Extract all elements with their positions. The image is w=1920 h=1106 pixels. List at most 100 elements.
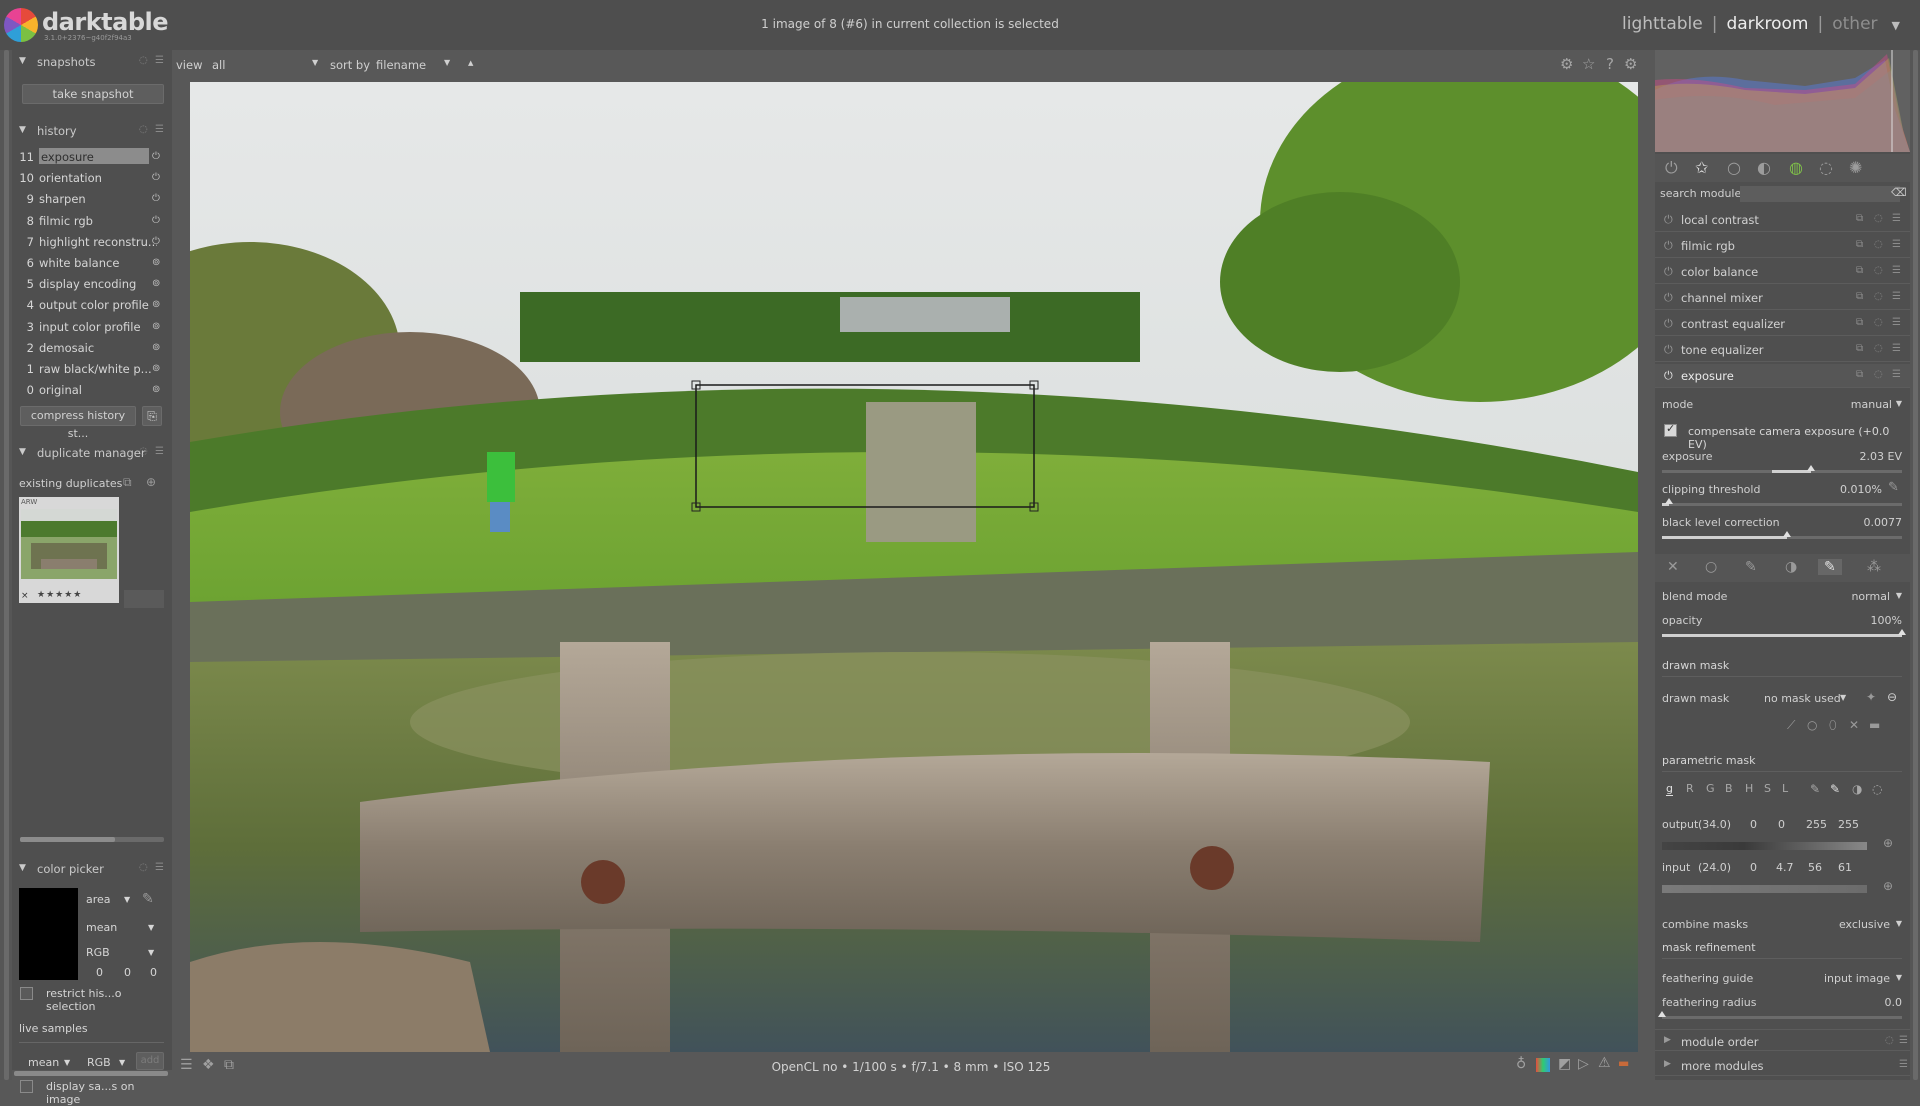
warning-icon[interactable]: ⚠ [1598,1055,1611,1071]
color-assessment-icon[interactable] [1536,1058,1550,1072]
mode-row[interactable]: mode manual ▼ [1662,396,1902,414]
power-icon[interactable]: ⏻ [1664,317,1673,331]
history-item[interactable]: 4 output color profile ⊚ [12,295,172,315]
brush-icon[interactable]: ⟋ [1787,718,1795,733]
presets-icon[interactable]: ☰ [155,55,164,66]
module-contrast-equalizer[interactable]: ⏻ contrast equalizer ⧉ ◌ ☰ [1655,312,1910,336]
multi-instance-icon[interactable]: ⧉ [1856,291,1863,302]
reset-icon[interactable]: ◌ [139,55,148,66]
history-item[interactable]: 5 display encoding ⊚ [12,274,172,294]
add-duplicate-icon[interactable]: ⊕ [146,475,156,489]
output-gradient-slider[interactable] [1662,842,1867,850]
color-picker-icon[interactable]: ✎ [1888,480,1899,495]
gradient-shape-icon[interactable]: ▬ [1869,718,1880,732]
sort-direction-icon[interactable]: ▲ [468,59,473,67]
compensate-exposure-checkbox[interactable] [1664,422,1677,437]
duplicate-icon[interactable]: ⧉ [123,475,132,490]
power-icon[interactable]: ⏻ [1664,291,1673,305]
reset-icon[interactable]: ◌ [1872,782,1882,796]
left-bottom-scrollbar[interactable] [14,1071,168,1076]
feathering-guide-select[interactable]: input image [1824,972,1890,985]
view-darkroom[interactable]: darkroom [1726,14,1808,34]
module-order-footer[interactable]: ▶ module order ◌ ☰ [1655,1029,1910,1051]
power-icon[interactable]: ⏻ [1664,239,1673,253]
reset-icon[interactable]: ◌ [1874,343,1883,354]
channel-tab-b[interactable]: B [1725,782,1733,795]
picker-icon[interactable]: ✎ [1810,782,1820,796]
drawn-parametric-mask-icon[interactable]: ✎ [1818,559,1842,575]
add-sample-button[interactable]: add [136,1052,164,1070]
presets-icon[interactable]: ☰ [1892,343,1901,354]
histogram[interactable] [1655,50,1910,152]
history-header[interactable]: ▼ history ◌ ☰ [12,122,172,140]
history-item[interactable]: 2 demosaic ⊚ [12,338,172,358]
parametric-mask-icon[interactable]: ◑ [1785,559,1797,575]
multi-instance-icon[interactable]: ⧉ [1856,213,1863,224]
right-scrollbar[interactable] [1913,50,1918,1080]
multi-instance-icon[interactable]: ⧉ [1856,317,1863,328]
picker-stat-select[interactable]: mean ▼ [86,921,154,934]
reset-icon[interactable]: ◌ [139,446,148,457]
gamut-check-icon[interactable]: ▷ [1578,1056,1589,1072]
ellipse-shape-icon[interactable]: ⬯ [1829,718,1837,733]
presets-icon[interactable]: ☰ [1892,213,1901,224]
blend-off-icon[interactable]: ✕ [1667,559,1679,575]
color-picker-icon[interactable]: ✎ [142,891,154,907]
path-shape-icon[interactable]: ✕ [1849,718,1859,732]
opacity-slider[interactable] [1662,629,1906,637]
drawn-mask-icon[interactable]: ✎ [1745,559,1757,575]
input-gradient-slider[interactable] [1662,885,1867,893]
mode-select[interactable]: manual [1851,398,1892,411]
softproof-icon[interactable]: ◩ [1558,1056,1571,1072]
color-group-icon[interactable]: ◍ [1789,158,1803,177]
presets-icon[interactable]: ☰ [155,862,164,873]
duplicates-scrollbar[interactable] [20,837,164,842]
history-item[interactable]: 11 exposure ⏻ [12,147,172,167]
presets-icon[interactable]: ☰ [1892,291,1901,302]
display-samples-checkbox[interactable] [20,1080,33,1093]
chevron-down-icon[interactable]: ▼ [1892,19,1900,32]
reset-icon[interactable]: ◌ [1874,265,1883,276]
lightbulb-icon[interactable]: ♁ [1516,1056,1526,1072]
raster-mask-icon[interactable]: ⁂ [1867,559,1881,575]
reset-icon[interactable]: ◌ [139,124,148,135]
multi-instance-icon[interactable]: ⧉ [1856,265,1863,276]
module-exposure[interactable]: ⏻ exposure ⧉ ◌ ☰ [1655,364,1910,388]
view-other[interactable]: other [1832,14,1877,34]
presets-icon[interactable]: ☰ [1892,239,1901,250]
show-masks-icon[interactable]: ✦ [1866,690,1876,704]
feathering-guide-row[interactable]: feathering guide input image ▼ [1662,970,1902,988]
base-group-icon[interactable]: ○ [1727,158,1741,177]
picker-mode-select[interactable]: area ▼ [86,893,130,906]
presets-icon[interactable]: ☰ [155,124,164,135]
reset-icon[interactable]: ◌ [1874,291,1883,302]
remove-mask-icon[interactable]: ⊖ [1887,690,1897,704]
copy-history-icon[interactable]: ⎘ [142,406,162,426]
chevron-down-icon[interactable]: ▼ [1896,973,1902,982]
multi-instance-icon[interactable]: ⧉ [1856,239,1863,250]
clipping-threshold-row[interactable]: clipping threshold 0.010% [1662,481,1882,499]
combine-masks-select[interactable]: exclusive [1839,918,1890,931]
history-item[interactable]: 3 input color profile ⊚ [12,317,172,337]
power-icon[interactable]: ⏻ [1664,213,1673,227]
history-item[interactable]: 6 white balance ⊚ [12,253,172,273]
history-item[interactable]: 8 filmic rgb ⏻ [12,211,172,231]
sort-field-select[interactable]: filename [376,58,426,72]
chevron-down-icon[interactable]: ▼ [312,58,318,67]
power-icon[interactable]: ⏻ [1664,369,1673,383]
star-icon[interactable]: ☆ [1582,55,1595,73]
uniform-blend-icon[interactable]: ○ [1705,559,1717,575]
search-module-input[interactable] [1740,186,1900,202]
opacity-row[interactable]: opacity 100% [1662,612,1902,630]
exposure-slider[interactable] [1662,465,1902,473]
history-item[interactable]: 7 highlight reconstru... ⏻ [12,232,172,252]
presets-icon[interactable]: ☰ [1892,265,1901,276]
presets-icon[interactable]: ☰ [1892,317,1901,328]
view-filter-select[interactable]: all [212,58,225,72]
multi-instance-icon[interactable]: ⧉ [1856,343,1863,354]
chevron-down-icon[interactable]: ▼ [444,58,450,67]
invert-polarity-icon[interactable]: ◑ [1852,782,1862,796]
reset-icon[interactable]: ◌ [1874,369,1883,380]
overexposed-icon[interactable]: ▬ [1618,1056,1629,1070]
effects-group-icon[interactable]: ✺ [1849,158,1862,177]
